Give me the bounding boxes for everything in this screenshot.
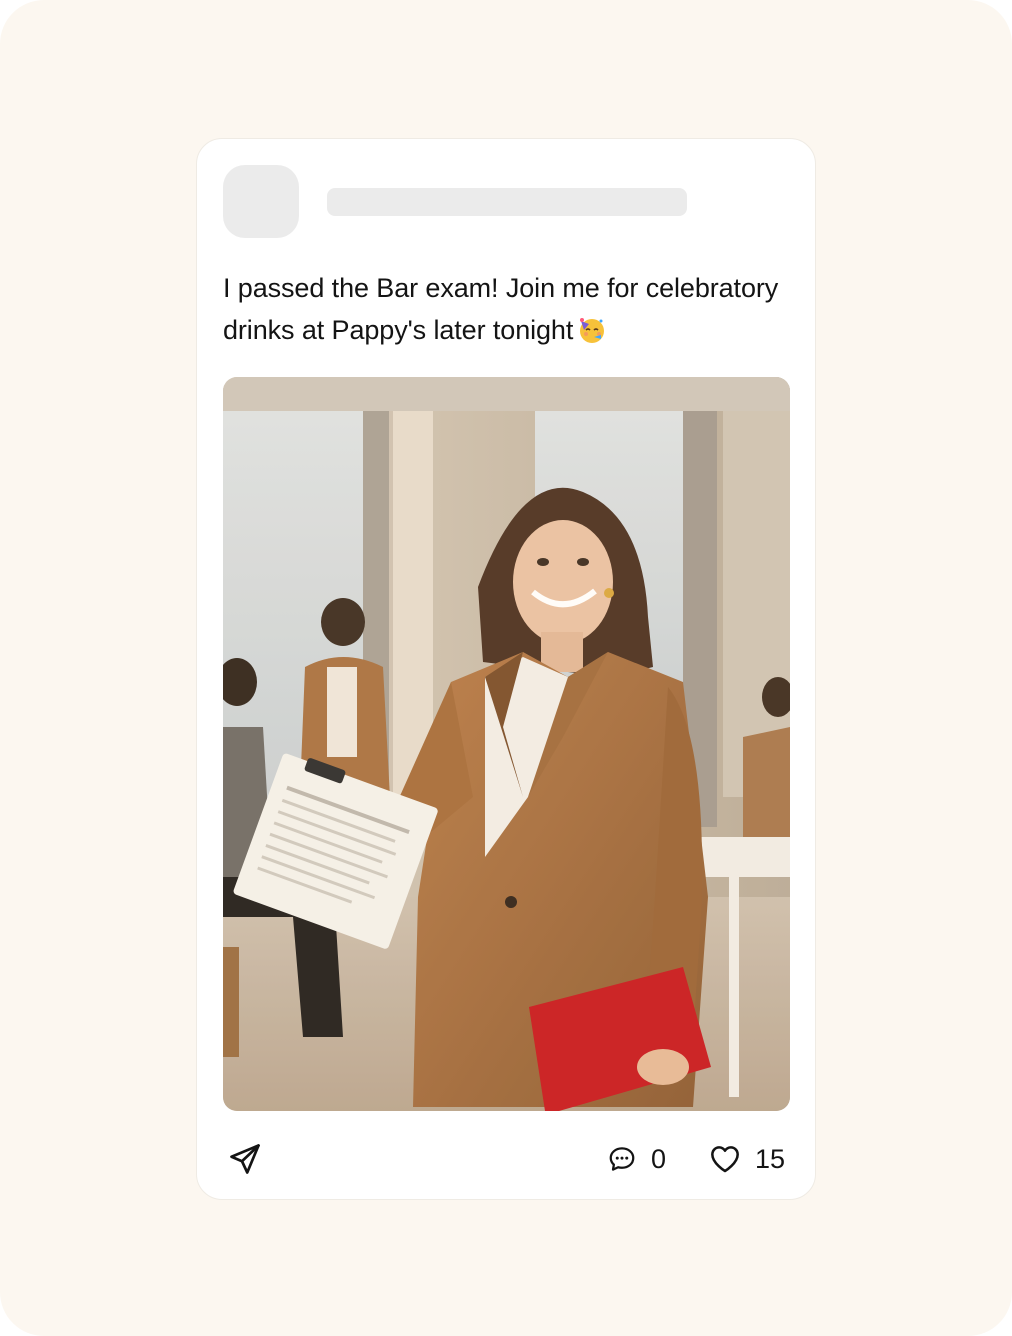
- like-count: 15: [755, 1143, 786, 1174]
- comment-icon: [609, 1147, 635, 1171]
- post-card: I passed the Bar exam! Join me for celeb…: [196, 138, 816, 1200]
- share-button[interactable]: [227, 1141, 263, 1177]
- post-body: I passed the Bar exam! Join me for celeb…: [223, 273, 779, 345]
- post-text: I passed the Bar exam! Join me for celeb…: [223, 267, 793, 357]
- partying-face-icon: [577, 315, 607, 357]
- username-placeholder: [327, 188, 687, 216]
- post-photo[interactable]: [223, 377, 790, 1111]
- avatar-placeholder: [223, 165, 299, 238]
- like-button[interactable]: 15: [709, 1141, 785, 1177]
- comment-button[interactable]: 0: [607, 1141, 666, 1177]
- comment-count: 0: [651, 1143, 667, 1174]
- page-background: I passed the Bar exam! Join me for celeb…: [0, 0, 1012, 1336]
- send-icon: [230, 1144, 260, 1174]
- heart-icon: [711, 1146, 739, 1173]
- post-actions: 0 15: [223, 1139, 790, 1179]
